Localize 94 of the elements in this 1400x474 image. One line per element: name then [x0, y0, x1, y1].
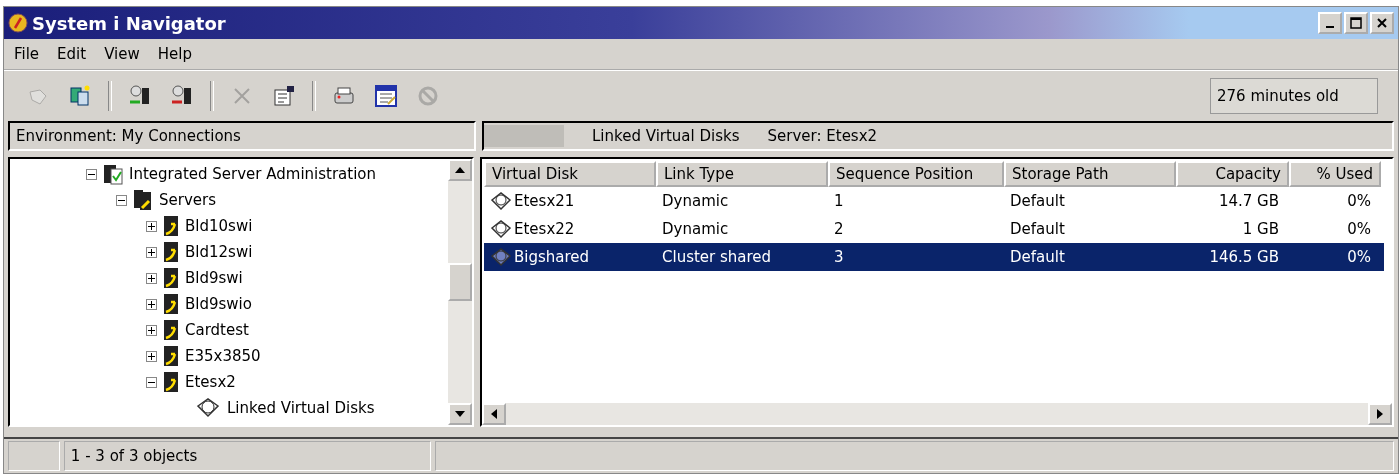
tree-item[interactable]: Linked Virtual Disks	[227, 399, 375, 417]
table-cell: Dynamic	[662, 192, 729, 210]
servers-icon	[133, 189, 153, 211]
list-title: Linked Virtual Disks	[592, 127, 740, 145]
table-cell: 0%	[1347, 192, 1371, 210]
column-header[interactable]: Virtual Disk	[484, 161, 656, 187]
table-cell: 0%	[1347, 248, 1371, 266]
table-cell: 146.5 GB	[1209, 248, 1279, 266]
properties-icon	[272, 84, 296, 108]
column-header[interactable]: Storage Path	[1004, 161, 1176, 187]
column-header[interactable]: Capacity	[1176, 161, 1289, 187]
table-cell: Dynamic	[662, 220, 729, 238]
window-title: System i Navigator	[32, 12, 227, 34]
menu-item[interactable]: Help	[157, 45, 192, 63]
column-header[interactable]: Link Type	[656, 161, 828, 187]
menu-item[interactable]: File	[14, 45, 40, 63]
expand-button[interactable]	[146, 350, 157, 362]
maximize-button[interactable]	[1344, 12, 1368, 34]
plus-icon	[147, 247, 156, 257]
scroll-up-button[interactable]	[448, 159, 472, 181]
plus-icon	[147, 273, 156, 283]
plus-icon	[147, 325, 156, 335]
arrow-left-icon	[491, 409, 497, 419]
server-icon	[163, 345, 179, 367]
expand-button[interactable]	[146, 272, 157, 284]
plus-icon	[147, 221, 156, 231]
table-cell: 0%	[1347, 220, 1371, 238]
collapse-button[interactable]	[116, 194, 127, 206]
collapse-button[interactable]	[86, 168, 97, 180]
server-icon	[163, 215, 179, 237]
table-cell: Default	[1010, 248, 1065, 266]
arrow-up-icon	[455, 167, 465, 173]
tree-item[interactable]: Bld9swi	[185, 269, 243, 287]
app-logo-icon	[8, 13, 28, 33]
tree-item[interactable]: Integrated Server Administration	[129, 165, 377, 183]
status-panel	[8, 441, 60, 471]
table-row[interactable]: Etesx22 Dynamic 2 Default 1 GB 0%	[484, 215, 1384, 243]
expand-button[interactable]	[146, 324, 157, 336]
plus-icon	[147, 299, 156, 309]
tree-item[interactable]: Bld12swi	[185, 243, 253, 261]
status-text: 1 - 3 of 3 objects	[63, 441, 431, 471]
table-row[interactable]: Etesx21 Dynamic 1 Default 14.7 GB 0%	[484, 187, 1384, 215]
scroll-left-button[interactable]	[482, 403, 506, 425]
server-icon	[163, 293, 179, 315]
table-cell: 14.7 GB	[1218, 192, 1279, 210]
table-cell: 1 GB	[1242, 220, 1279, 238]
stop-icon	[416, 84, 440, 108]
tree-item[interactable]: Bld10swi	[185, 217, 253, 235]
tree-item[interactable]: Servers	[159, 191, 216, 209]
copy-icon	[68, 84, 92, 108]
table-cell: Etesx21	[514, 192, 575, 210]
menu-item[interactable]: Edit	[57, 45, 87, 63]
server-icon	[163, 241, 179, 263]
column-header[interactable]: % Used	[1289, 161, 1381, 187]
close-button[interactable]	[1370, 12, 1394, 34]
server-icon	[163, 371, 179, 393]
table-cell: Default	[1010, 192, 1065, 210]
expand-button[interactable]	[146, 220, 157, 232]
column-header[interactable]: Sequence Position	[828, 161, 1004, 187]
tree-item[interactable]: Cardtest	[185, 321, 249, 339]
table-cell: 2	[834, 220, 844, 238]
table-row[interactable]: Bigshared Cluster shared 3 Default 146.5 GB 0%	[484, 243, 1384, 271]
server-admin-icon	[103, 163, 123, 185]
menu-item[interactable]: View	[104, 45, 140, 63]
calendar-button[interactable]	[372, 82, 400, 110]
tree-item[interactable]: Etesx2	[185, 373, 236, 391]
calendar-icon	[374, 84, 398, 108]
table-cell: Default	[1010, 220, 1065, 238]
horizontal-scrollbar[interactable]	[482, 403, 1392, 425]
arrow-right-icon	[1377, 409, 1383, 419]
environment-header: Environment: My Connections	[8, 121, 476, 151]
table-cell: 1	[834, 192, 844, 210]
arrow-down-icon	[455, 411, 465, 417]
expand-button[interactable]	[146, 298, 157, 310]
scroll-down-button[interactable]	[448, 403, 472, 425]
minimize-icon	[1326, 26, 1334, 28]
server-label: Server: Etesx2	[767, 127, 878, 145]
refresh-age-field: 276 minutes old	[1210, 78, 1378, 114]
collapse-button[interactable]	[146, 376, 157, 388]
tree-item[interactable]: Bld9swio	[185, 295, 252, 313]
expand-button[interactable]	[146, 246, 157, 258]
table-cell: Bigshared	[514, 248, 590, 266]
scroll-right-button[interactable]	[1368, 403, 1392, 425]
minimize-button[interactable]	[1318, 12, 1342, 34]
maximize-icon	[1350, 17, 1362, 29]
tree-item[interactable]: E35x3850	[185, 347, 261, 365]
table-cell: Etesx22	[514, 220, 575, 238]
plus-icon	[147, 351, 156, 361]
server-icon	[163, 267, 179, 289]
table-cell: Cluster shared	[662, 248, 772, 266]
scroll-thumb[interactable]	[448, 263, 472, 301]
table-cell: 3	[834, 248, 844, 266]
close-icon	[1376, 17, 1388, 29]
server-icon	[163, 319, 179, 341]
